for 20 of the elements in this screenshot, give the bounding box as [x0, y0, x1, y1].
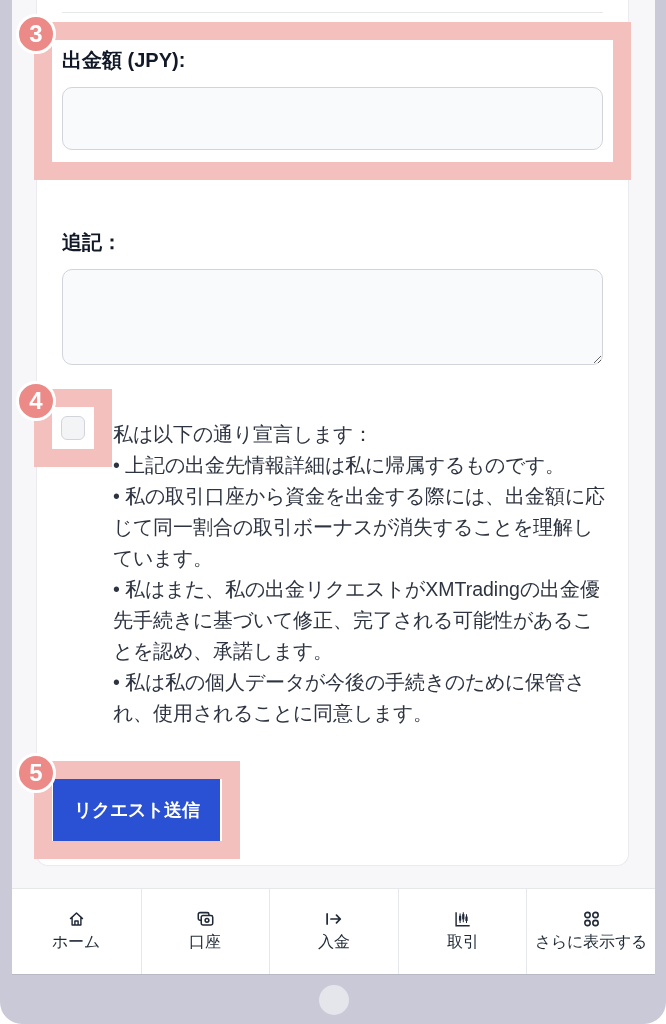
step-badge: 4 [16, 381, 56, 421]
declaration-item: • 私は私の個人データが今後の手続きのために保管され、使用されることに同意します。 [113, 670, 587, 726]
submit-button[interactable]: リクエスト送信 [53, 779, 220, 841]
declaration-item: • 私の取引口座から資金を出金する際には、出金額に応じて同一割合の取引ボーナスが消失することを理解しています。 [113, 484, 607, 571]
bar-arrow-icon [325, 911, 343, 927]
home-button-icon [318, 984, 349, 1015]
candlestick-chart-icon [454, 911, 472, 927]
step-badge: 3 [16, 14, 56, 54]
input-field[interactable] [62, 87, 603, 150]
four-circles-icon [582, 911, 600, 927]
textarea-field[interactable] [62, 269, 603, 365]
home-icon [67, 911, 85, 927]
declaration-item: • 私はまた、私の出金リクエストがXMTradingの出金優先手続きに基づいて修正、完了される可能性があることを認め、承諾します。 [113, 577, 601, 664]
declaration-item: • 上記の出金先情報詳細は私に帰属するものです。 [113, 453, 567, 478]
step-badge: 5 [16, 753, 56, 793]
checkbox[interactable] [61, 416, 85, 440]
banknotes-icon [196, 911, 214, 927]
declaration-text: 私は以下の通り宣言します： [113, 422, 374, 447]
field-label: 追記： [62, 230, 123, 254]
field-label: 出金額 (JPY): [62, 48, 187, 72]
